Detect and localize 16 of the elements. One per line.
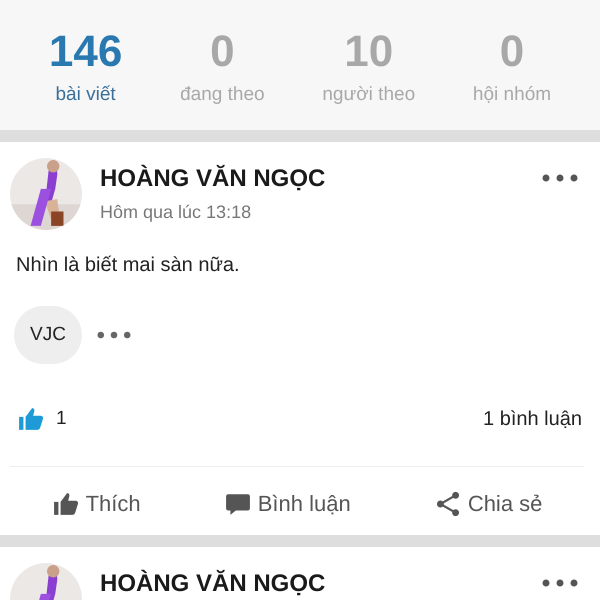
stat-tab[interactable]: 146 bài viết (48, 0, 122, 130)
post-time: Hôm qua lúc 13:18 (100, 202, 252, 223)
stock-tag[interactable]: VJC (14, 306, 82, 364)
thumbs-up-icon (52, 491, 80, 517)
action-button[interactable]: Chia sẻ (426, 487, 550, 521)
comment-count[interactable]: 1 bình luận (483, 408, 582, 430)
action-button[interactable]: Bình luận (216, 487, 359, 521)
like-count: 1 (56, 408, 68, 430)
post-text: Nhìn là biết mai sàn nữa. (16, 253, 241, 278)
more-icon[interactable] (97, 331, 131, 339)
author-name[interactable]: HOÀNG VĂN NGỌC (100, 164, 542, 194)
more-icon[interactable] (542, 579, 578, 587)
more-icon[interactable] (542, 174, 578, 182)
action-button[interactable]: Thích (44, 487, 149, 521)
author-name[interactable]: HOÀNG VĂN NGỌC (100, 569, 542, 599)
thumbs-up-icon (16, 406, 46, 432)
